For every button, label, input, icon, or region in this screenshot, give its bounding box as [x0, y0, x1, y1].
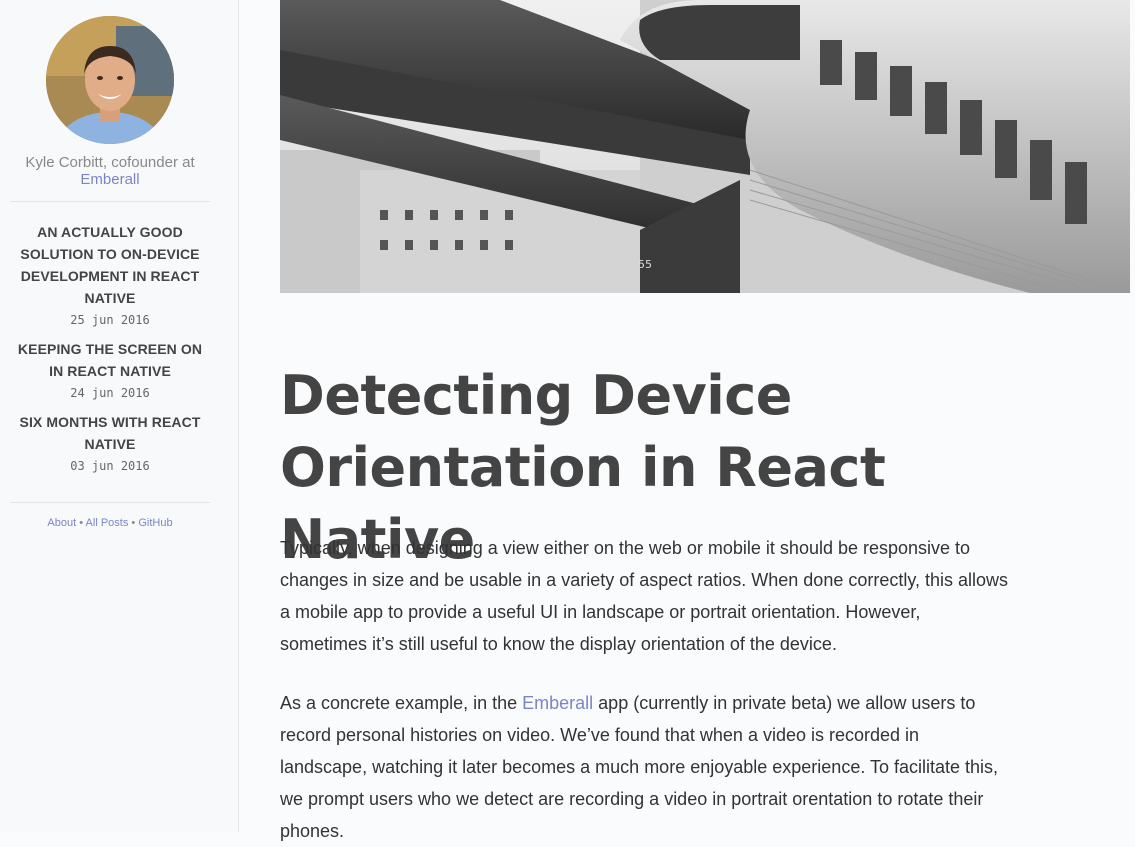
list-item: An actually good solution to on-device d…	[10, 221, 210, 331]
paragraph-text: As a concrete example, in the	[280, 693, 523, 713]
article-paragraph: Typically, when designing a view either …	[280, 538, 1009, 654]
author-avatar	[46, 16, 174, 144]
separator: •	[131, 517, 136, 529]
about-link[interactable]: About	[47, 517, 76, 529]
author-byline: Kyle Corbitt, cofounder at Emberall	[10, 154, 210, 188]
sidebar: Kyle Corbitt, cofounder at Emberall An a…	[0, 0, 239, 832]
separator: •	[79, 517, 84, 529]
hero-image: 55	[280, 0, 1130, 293]
emberall-link[interactable]: Emberall	[522, 693, 593, 713]
post-date: 24 jun 2016	[70, 386, 150, 400]
list-item: Keeping the screen on in React Native 24…	[10, 338, 210, 404]
github-link[interactable]: GitHub	[138, 517, 172, 529]
divider	[10, 201, 210, 202]
post-date: 03 jun 2016	[70, 459, 150, 473]
post-link[interactable]: Six months with React Native	[10, 411, 210, 455]
byline-text: Kyle Corbitt, cofounder at	[25, 154, 195, 171]
recent-posts-list: An actually good solution to on-device d…	[10, 221, 210, 484]
all-posts-link[interactable]: All Posts	[86, 517, 129, 529]
paragraph-text: app (currently in private beta) we allow…	[280, 693, 999, 841]
post-link[interactable]: Keeping the screen on in React Native	[10, 338, 210, 382]
list-item: Six months with React Native 03 jun 2016	[10, 411, 210, 477]
post-date: 25 jun 2016	[70, 313, 150, 327]
byline-company-link[interactable]: Emberall	[80, 171, 139, 188]
post-link[interactable]: An actually good solution to on-device d…	[10, 221, 210, 309]
footer-links: About • All Posts • GitHub	[10, 517, 210, 529]
article-paragraph: As a concrete example, in the Emberall a…	[280, 687, 1010, 847]
hero-pillar-number: 55	[638, 258, 652, 271]
divider	[10, 502, 210, 503]
